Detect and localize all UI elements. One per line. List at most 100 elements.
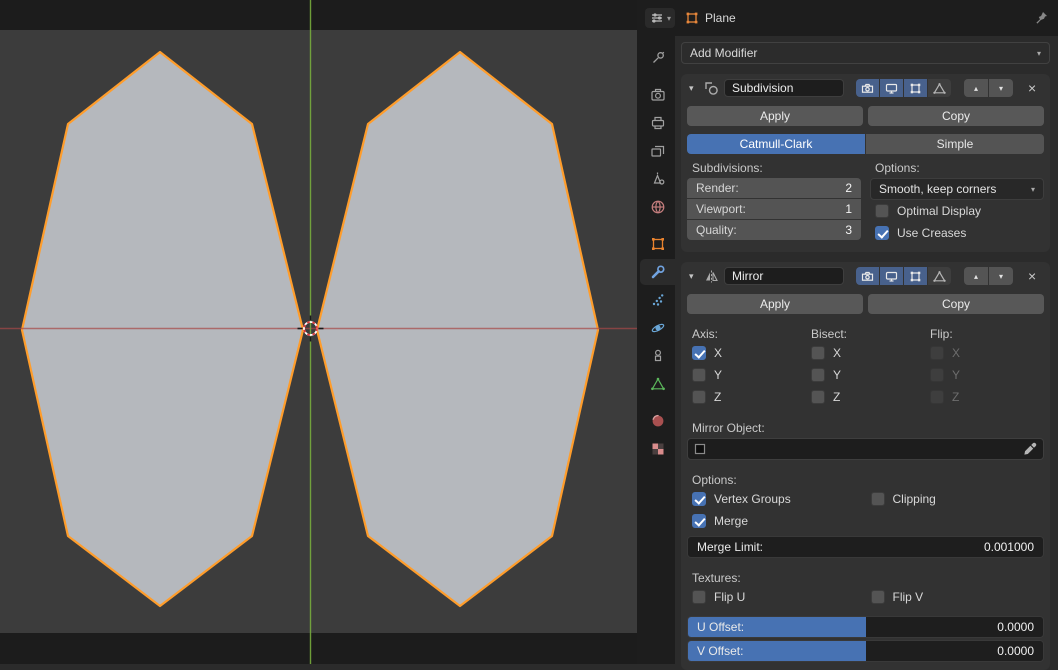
close-icon[interactable]: × xyxy=(1026,269,1038,283)
toggle-editmode-icon[interactable] xyxy=(904,267,927,285)
tab-object-data[interactable] xyxy=(640,371,675,397)
axis-x-checkbox[interactable]: X xyxy=(687,342,806,364)
copy-button[interactable]: Copy xyxy=(868,106,1044,126)
subdivision-display-toggles xyxy=(856,79,951,97)
checkbox[interactable] xyxy=(692,346,706,360)
tab-output[interactable] xyxy=(640,110,675,136)
merge-limit-slider[interactable]: Merge Limit: 0.001000 xyxy=(687,536,1044,558)
toggle-realtime-icon[interactable] xyxy=(880,79,903,97)
scene-icon xyxy=(650,171,666,187)
checkbox[interactable] xyxy=(692,514,706,528)
tab-modifiers[interactable] xyxy=(640,259,675,285)
tool-icon xyxy=(650,50,666,66)
quality-field[interactable]: Quality: 3 xyxy=(687,220,861,240)
3d-viewport[interactable] xyxy=(0,0,637,664)
toggle-render-icon[interactable] xyxy=(856,79,879,97)
use-creases-checkbox[interactable]: Use Creases xyxy=(870,222,1044,244)
mirror-display-toggles xyxy=(856,267,951,285)
axis-label: Axis: xyxy=(687,326,806,342)
tab-view-layer[interactable] xyxy=(640,138,675,164)
mirror-object-field[interactable] xyxy=(687,438,1044,460)
viewport-bottom-strip xyxy=(0,633,637,664)
tab-constraints[interactable] xyxy=(640,343,675,369)
move-up-button[interactable]: ▴ xyxy=(964,79,988,97)
object-properties-icon xyxy=(650,236,666,252)
viewport-canvas xyxy=(0,0,637,664)
checkbox[interactable] xyxy=(692,492,706,506)
checkbox[interactable] xyxy=(875,204,889,218)
object-slot-icon xyxy=(694,443,706,455)
close-icon[interactable]: × xyxy=(1026,81,1038,95)
tab-render[interactable] xyxy=(640,82,675,108)
viewport-subdivisions-field[interactable]: Viewport: 1 xyxy=(687,199,861,219)
toggle-on-cage-icon[interactable] xyxy=(928,79,951,97)
tab-material[interactable] xyxy=(640,408,675,434)
axis-y-checkbox[interactable]: Y xyxy=(687,364,806,386)
apply-button[interactable]: Apply xyxy=(687,106,863,126)
flip-label: Flip: xyxy=(925,326,1044,342)
checkbox[interactable] xyxy=(692,368,706,382)
modifier-name-input[interactable]: Mirror xyxy=(724,267,844,285)
axis-z-checkbox[interactable]: Z xyxy=(687,386,806,408)
toggle-on-cage-icon[interactable] xyxy=(928,267,951,285)
mirror-modifier-icon xyxy=(704,269,719,284)
move-down-button[interactable]: ▾ xyxy=(989,267,1013,285)
vertex-groups-checkbox[interactable]: Vertex Groups xyxy=(687,488,866,510)
simple-button[interactable]: Simple xyxy=(866,134,1044,154)
checkbox[interactable] xyxy=(811,390,825,404)
flip-v-checkbox[interactable]: Flip V xyxy=(866,586,1045,608)
move-down-button[interactable]: ▾ xyxy=(989,79,1013,97)
checkbox[interactable] xyxy=(871,590,885,604)
checkbox[interactable] xyxy=(811,368,825,382)
checkbox[interactable] xyxy=(811,346,825,360)
add-modifier-button[interactable]: Add Modifier ▾ xyxy=(681,42,1050,64)
catmull-clark-button[interactable]: Catmull-Clark xyxy=(687,134,865,154)
breadcrumb-object-name[interactable]: Plane xyxy=(705,11,736,25)
merge-checkbox[interactable]: Merge xyxy=(687,510,1044,532)
checkbox[interactable] xyxy=(692,590,706,604)
checkbox[interactable] xyxy=(692,390,706,404)
tab-physics[interactable] xyxy=(640,315,675,341)
copy-button[interactable]: Copy xyxy=(868,294,1044,314)
options-label: Options: xyxy=(687,472,1044,488)
flip-u-checkbox[interactable]: Flip U xyxy=(687,586,866,608)
checkbox xyxy=(930,390,944,404)
tab-world[interactable] xyxy=(640,194,675,220)
toggle-render-icon[interactable] xyxy=(856,267,879,285)
toggle-editmode-icon[interactable] xyxy=(904,79,927,97)
expand-arrow-icon[interactable]: ▾ xyxy=(689,271,699,282)
bisect-y-checkbox[interactable]: Y xyxy=(806,364,925,386)
object-icon xyxy=(685,11,699,25)
flip-column: Flip: X Y Z xyxy=(925,326,1044,408)
tab-scene[interactable] xyxy=(640,166,675,192)
tab-texture[interactable] xyxy=(640,436,675,462)
bisect-x-checkbox[interactable]: X xyxy=(806,342,925,364)
clipping-checkbox[interactable]: Clipping xyxy=(866,488,1045,510)
blender-window: ▾ Plane xyxy=(0,0,1058,664)
subdivision-panel-header: ▾ Subdivision xyxy=(687,76,1044,100)
mirror-object-label: Mirror Object: xyxy=(687,420,1044,436)
checkbox xyxy=(930,368,944,382)
v-offset-slider[interactable]: V Offset: 0.0000 xyxy=(687,640,1044,662)
uv-smooth-dropdown[interactable]: Smooth, keep corners ▾ xyxy=(870,178,1044,200)
checkbox[interactable] xyxy=(875,226,889,240)
pin-icon[interactable] xyxy=(1034,11,1048,25)
chevron-down-icon: ▾ xyxy=(1031,185,1035,194)
checkbox[interactable] xyxy=(871,492,885,506)
optimal-display-checkbox[interactable]: Optimal Display xyxy=(870,200,1044,222)
render-subdivisions-field[interactable]: Render: 2 xyxy=(687,178,861,198)
modifier-name-input[interactable]: Subdivision xyxy=(724,79,844,97)
eyedropper-icon[interactable] xyxy=(1023,442,1037,456)
tab-object[interactable] xyxy=(640,231,675,257)
tab-tool[interactable] xyxy=(640,45,675,71)
mirror-panel-header: ▾ Mirror xyxy=(687,264,1044,288)
world-icon xyxy=(650,199,666,215)
move-up-button[interactable]: ▴ xyxy=(964,267,988,285)
tab-particles[interactable] xyxy=(640,287,675,313)
bisect-z-checkbox[interactable]: Z xyxy=(806,386,925,408)
editor-type-button[interactable]: ▾ xyxy=(645,8,675,28)
u-offset-slider[interactable]: U Offset: 0.0000 xyxy=(687,616,1044,638)
toggle-realtime-icon[interactable] xyxy=(880,267,903,285)
apply-button[interactable]: Apply xyxy=(687,294,863,314)
expand-arrow-icon[interactable]: ▾ xyxy=(689,83,699,94)
